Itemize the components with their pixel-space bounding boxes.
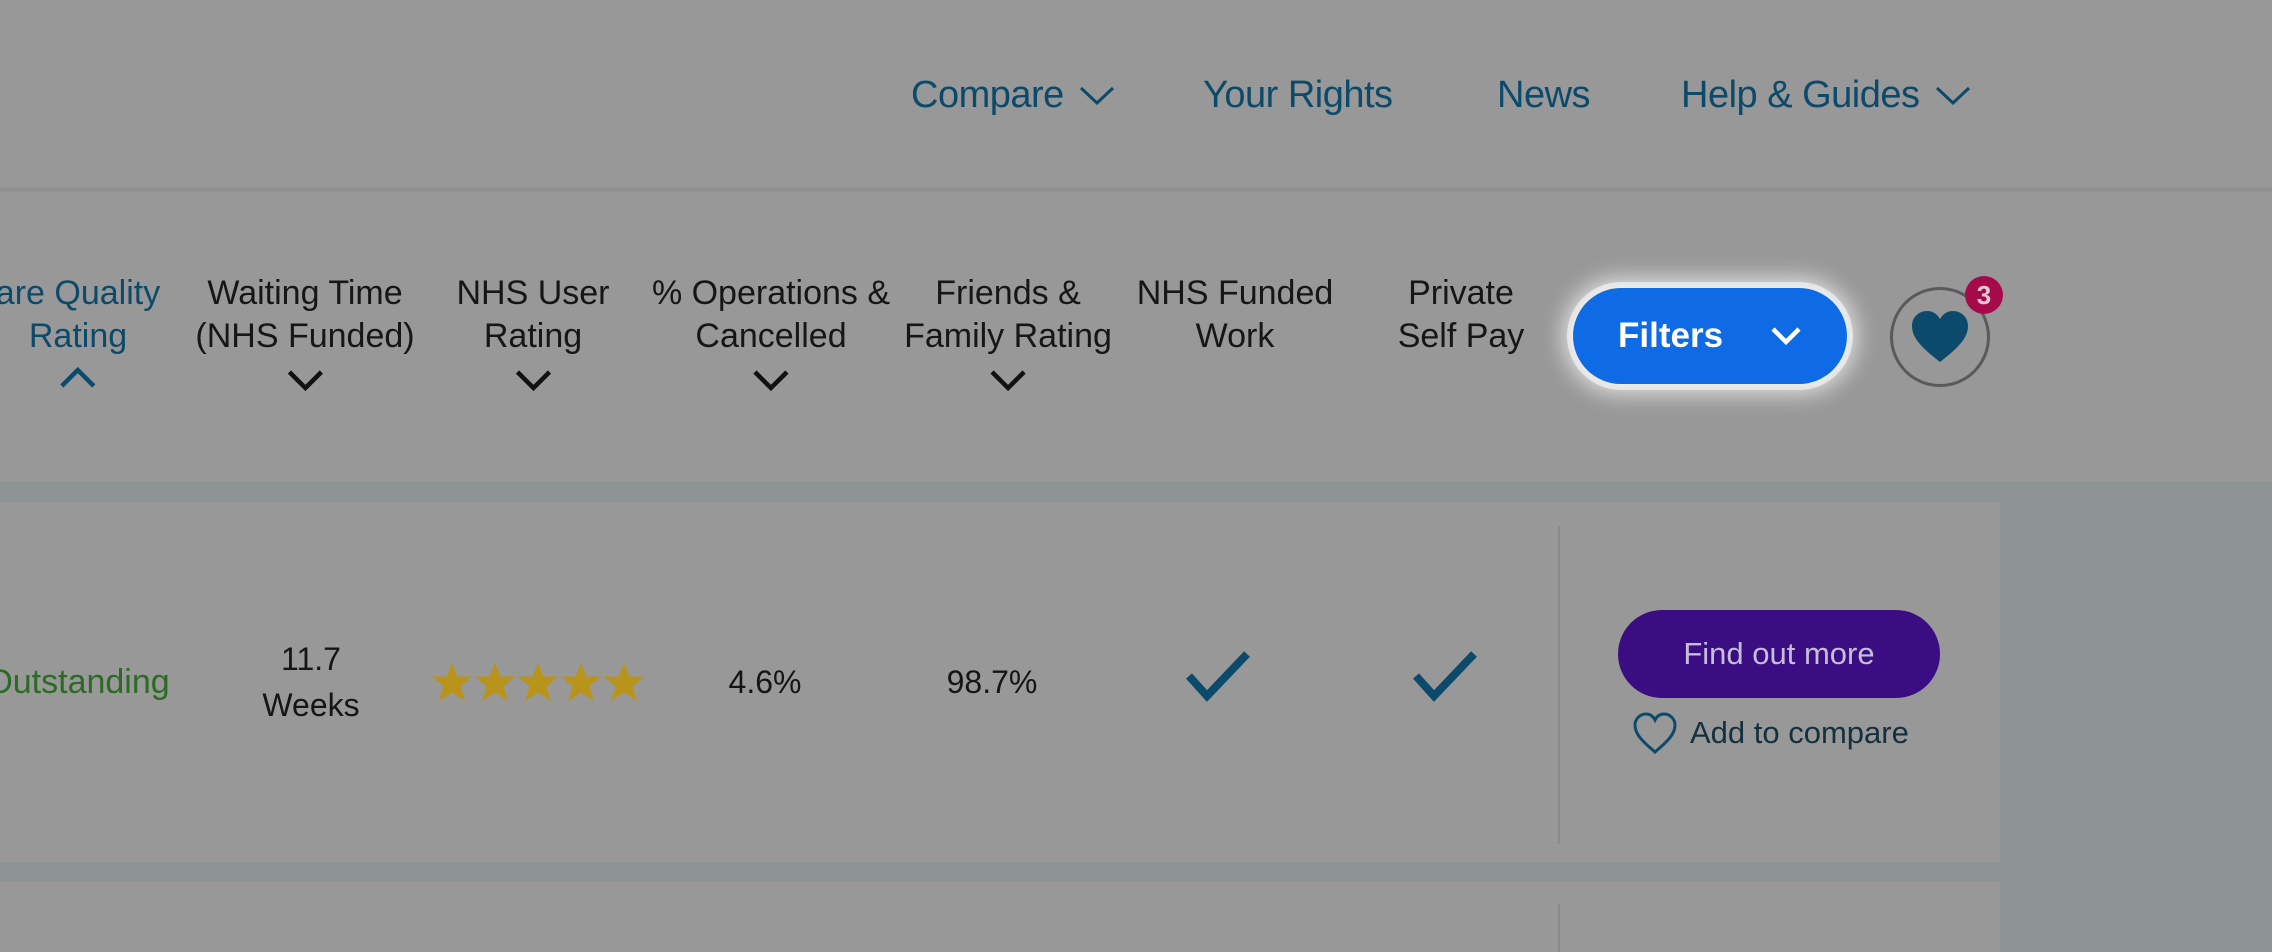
operations-cancelled-value: 4.6% [728, 664, 802, 700]
chevron-down-icon [753, 370, 789, 392]
find-out-more-button[interactable]: Find out more [1618, 610, 1940, 698]
column-friends-family-rating[interactable]: Friends & Family Rating [904, 272, 1112, 394]
card-divider [1558, 904, 1560, 952]
waiting-time-unit: Weeks [262, 687, 360, 723]
top-navigation: Compare Your Rights News Help & Guides [0, 0, 2272, 190]
add-to-compare-link[interactable]: Add to compare [1632, 708, 1909, 758]
add-to-compare-label: Add to compare [1690, 715, 1909, 750]
chevron-up-icon [60, 366, 96, 388]
chevron-down-icon [515, 370, 551, 392]
chevron-down-icon [1935, 86, 1970, 106]
column-label-line1: Waiting Time [207, 274, 403, 312]
chevron-down-icon [990, 370, 1026, 392]
nav-your-rights[interactable]: Your Rights [1203, 70, 1393, 120]
nav-help-guides-label: Help & Guides [1681, 73, 1920, 116]
column-label-line2: Rating [483, 317, 583, 355]
waiting-time-number: 11.7 [281, 641, 341, 677]
nav-news[interactable]: News [1497, 70, 1591, 120]
column-operations-cancelled[interactable]: % Operations & Cancelled [652, 272, 890, 394]
nav-help-guides[interactable]: Help & Guides [1681, 70, 1972, 120]
check-icon [1413, 651, 1477, 702]
column-label-line2: Cancelled [695, 317, 847, 355]
waiting-time-value: 11.7 Weeks [262, 636, 359, 728]
heart-outline-icon [1633, 712, 1677, 754]
column-nhs-user-rating[interactable]: NHS User Rating [456, 272, 610, 394]
column-label-line1: % Operations & [651, 274, 891, 312]
column-label-line2: (NHS Funded) [195, 317, 415, 355]
friends-family-rating-value: 98.7% [946, 664, 1038, 700]
column-label-line2: Rating [28, 317, 128, 355]
column-label-line1: Friends & [935, 274, 1081, 312]
chevron-down-icon [287, 370, 323, 392]
column-label-line1: Private [1408, 274, 1514, 312]
result-card: Outstanding 11.7 Weeks 4.6% 98.7% Find o… [0, 502, 2000, 862]
column-private-self-pay: Private Self Pay [1398, 272, 1525, 358]
nav-your-rights-label: Your Rights [1203, 73, 1393, 116]
star-filled-icon [561, 662, 601, 702]
star-filled-icon [475, 662, 515, 702]
result-card [0, 882, 2000, 952]
column-label-line2: Family Rating [904, 317, 1112, 355]
column-waiting-time[interactable]: Waiting Time (NHS Funded) [195, 272, 415, 394]
column-label-line2: Self Pay [1397, 317, 1525, 355]
favourites-button[interactable]: 3 [1890, 276, 2003, 387]
filters-button-label: Filters [1618, 316, 1724, 355]
star-filled-icon [604, 662, 644, 702]
column-nhs-funded-work: NHS Funded Work [1137, 272, 1334, 358]
star-filled-icon [432, 662, 472, 702]
filters-button[interactable]: Filters [1573, 288, 1847, 384]
nav-news-label: News [1497, 73, 1591, 116]
star-filled-icon [518, 662, 558, 702]
nhs-funded-work-value [1183, 648, 1255, 716]
nav-compare-label: Compare [911, 73, 1064, 116]
column-care-quality-rating[interactable]: are Quality Rating [0, 272, 160, 390]
column-label-line2: Work [1195, 317, 1275, 355]
card-divider [1558, 526, 1560, 844]
check-icon [1186, 651, 1250, 702]
nav-compare[interactable]: Compare [911, 70, 1116, 120]
column-label-line1: are Quality [0, 274, 161, 312]
star-rating [432, 662, 644, 702]
chevron-down-icon [1771, 327, 1801, 346]
heart-icon [1912, 311, 1968, 362]
nhs-user-rating-value [432, 662, 644, 702]
chevron-down-icon [1079, 86, 1114, 106]
column-label-line1: NHS Funded [1136, 274, 1334, 312]
private-self-pay-value [1410, 648, 1482, 716]
quality-rating-value: Outstanding [0, 663, 170, 701]
favourites-count-badge: 3 [1965, 276, 2003, 314]
column-label-line1: NHS User [456, 274, 610, 312]
